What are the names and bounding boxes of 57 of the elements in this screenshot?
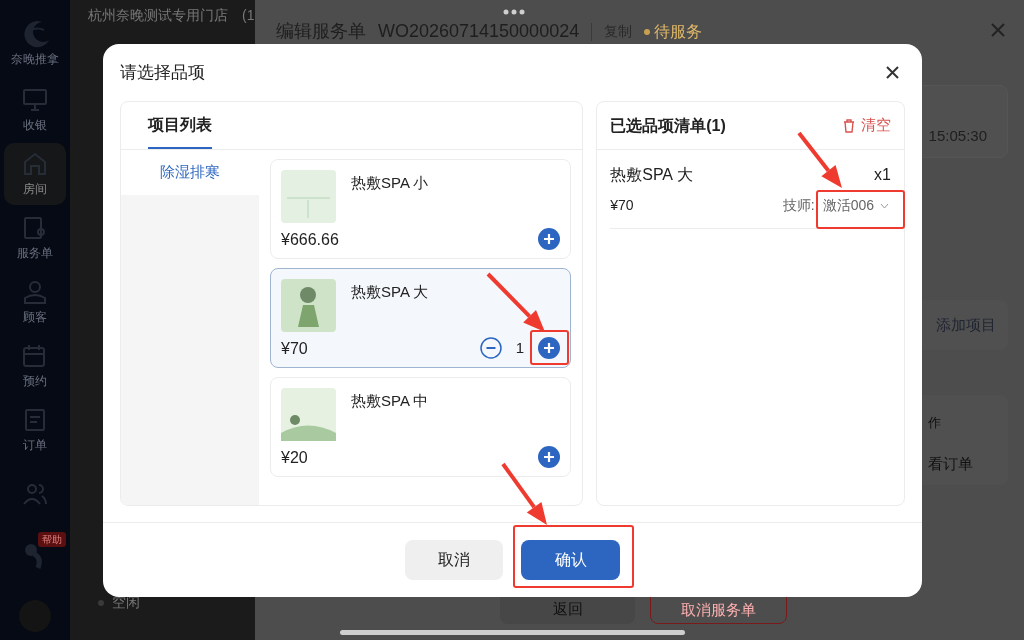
item-name: 热敷SPA 大 bbox=[610, 165, 693, 185]
more-icon bbox=[503, 9, 525, 15]
product-price: ¥20 bbox=[281, 448, 308, 468]
store-name: 杭州奈晚测试专用门店 (1 bbox=[88, 6, 255, 25]
close-icon bbox=[886, 66, 899, 79]
cancel-button[interactable]: 取消 bbox=[405, 540, 503, 580]
product-card[interactable]: 热敷SPA 小 ¥666.66 bbox=[270, 159, 572, 259]
sidebar-item[interactable]: 收银 bbox=[4, 79, 66, 141]
quantity: 1 bbox=[515, 338, 525, 358]
add-button[interactable] bbox=[538, 228, 561, 250]
sidebar-item[interactable]: 服务单 bbox=[4, 207, 66, 269]
sidebar-item[interactable]: 房间 bbox=[4, 143, 66, 205]
technician-label: 技师: bbox=[782, 196, 815, 215]
item-quantity: x1 bbox=[874, 165, 891, 185]
annotation-arrow bbox=[501, 462, 547, 525]
chevron-down-icon bbox=[880, 202, 889, 209]
person-icon bbox=[21, 278, 49, 306]
sidebar-item[interactable]: 订单 bbox=[4, 399, 66, 461]
help-badge: 帮助 bbox=[38, 532, 66, 547]
status-dot-icon bbox=[644, 28, 651, 35]
confirm-button[interactable]: 确认 bbox=[521, 540, 620, 580]
item-price: ¥70 bbox=[610, 196, 634, 215]
section-label: 作 bbox=[928, 414, 941, 432]
clear-button[interactable]: 清空 bbox=[843, 114, 891, 137]
add-button[interactable] bbox=[538, 337, 561, 360]
annotation-arrow bbox=[486, 272, 545, 332]
house-icon bbox=[21, 150, 49, 178]
dialog-title: 请选择品项 bbox=[120, 61, 205, 84]
add-button[interactable] bbox=[538, 446, 561, 468]
monitor-icon bbox=[21, 86, 49, 114]
room-status: 空闲 bbox=[112, 593, 140, 612]
plus-icon bbox=[538, 337, 561, 360]
product-image bbox=[281, 170, 336, 223]
product-name: 热敷SPA 小 bbox=[351, 173, 429, 193]
close-icon bbox=[991, 23, 1005, 37]
category-item[interactable]: 除湿排寒 bbox=[121, 150, 259, 195]
plus-icon bbox=[538, 228, 561, 250]
plus-icon bbox=[538, 446, 561, 468]
highlight-box bbox=[530, 330, 569, 365]
minus-icon bbox=[479, 337, 502, 360]
product-image bbox=[281, 279, 336, 332]
sidebar-item[interactable]: 预约 bbox=[4, 335, 66, 397]
technician-dropdown[interactable]: 激活006 bbox=[822, 195, 891, 216]
product-name: 热敷SPA 中 bbox=[351, 391, 429, 411]
product-card[interactable]: 热敷SPA 大 ¥70 1 bbox=[270, 268, 572, 368]
product-price: ¥70 bbox=[281, 339, 308, 359]
status-dot-icon bbox=[98, 599, 104, 606]
trash-icon bbox=[843, 118, 855, 133]
product-image bbox=[281, 388, 336, 441]
sidebar-item[interactable]: 顾客 bbox=[4, 271, 66, 333]
logo-text: 奈晚推拿 bbox=[11, 51, 59, 68]
annotation-arrow bbox=[797, 131, 842, 188]
panel-title: 已选品项清单(1) bbox=[610, 115, 726, 136]
product-name: 热敷SPA 大 bbox=[351, 282, 429, 302]
product-card[interactable]: 热敷SPA 中 ¥20 bbox=[270, 377, 572, 477]
order-status: 待服务 bbox=[654, 21, 703, 42]
product-price: ¥666.66 bbox=[281, 230, 339, 250]
